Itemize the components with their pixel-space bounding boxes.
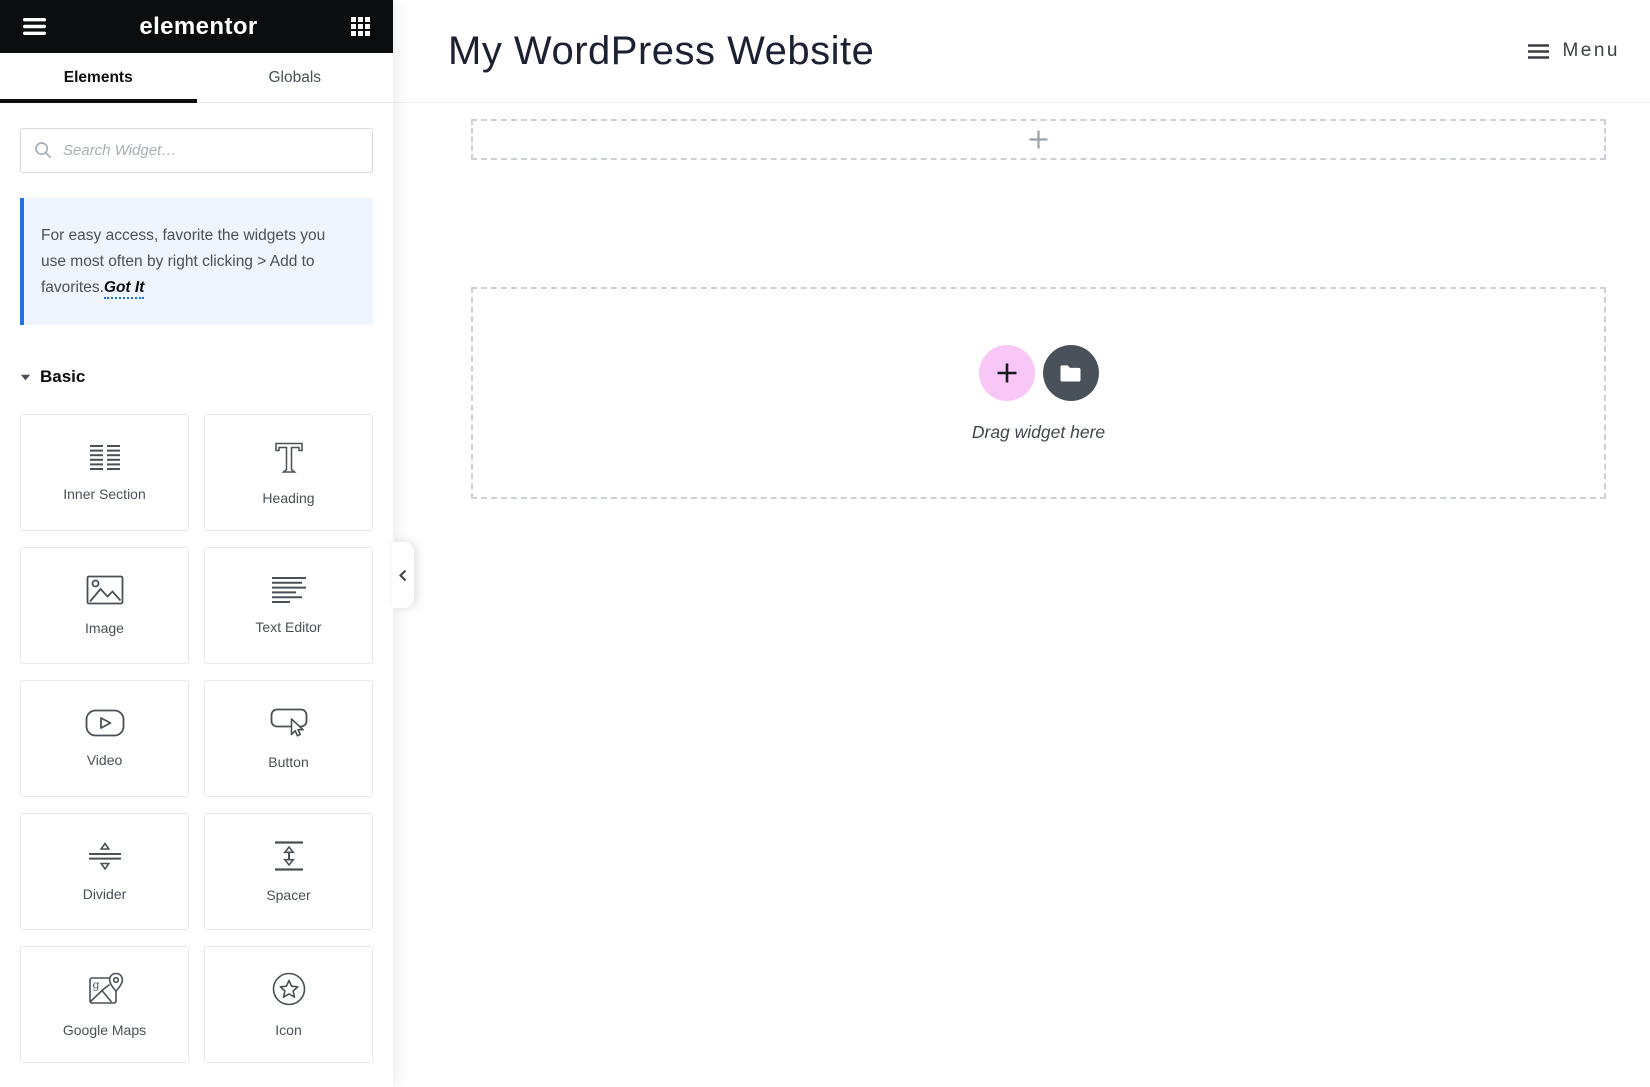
chevron-left-icon — [399, 569, 407, 581]
widget-label: Icon — [275, 1022, 302, 1038]
button-icon — [270, 708, 307, 737]
widget-label: Video — [86, 752, 123, 768]
widget-label: Google Maps — [62, 1022, 147, 1038]
widgets-panel: elementor Elements Globals Search Widget… — [0, 0, 393, 1087]
hamburger-icon — [23, 18, 46, 35]
heading-icon — [274, 442, 303, 473]
elementor-logo: elementor — [139, 12, 258, 40]
apps-grid-button[interactable] — [347, 13, 374, 40]
drag-widget-text: Drag widget here — [971, 422, 1106, 442]
site-title: My WordPress Website — [448, 28, 875, 73]
category-basic-header[interactable]: Basic — [20, 367, 373, 387]
panel-tabs: Elements Globals — [0, 53, 393, 103]
image-icon — [86, 575, 123, 605]
tab-globals[interactable]: Globals — [196, 53, 393, 102]
icon-icon — [272, 972, 305, 1006]
spacer-icon — [274, 841, 303, 871]
search-icon — [35, 142, 52, 159]
widget-card-heading[interactable]: Heading — [204, 414, 373, 531]
got-it-link[interactable]: Got It — [103, 279, 145, 299]
widget-label: Button — [268, 753, 309, 770]
widget-card-divider[interactable]: Divider — [20, 813, 189, 930]
plus-icon — [997, 363, 1016, 383]
video-icon — [85, 709, 124, 737]
divider-icon — [88, 842, 121, 871]
tab-elements[interactable]: Elements — [0, 53, 197, 103]
plus-icon — [1029, 130, 1048, 149]
widget-card-button[interactable]: Button — [204, 680, 373, 797]
editor-canvas: My WordPress Website Menu Drag widget he… — [393, 0, 1650, 1087]
widget-label: Text Editor — [255, 619, 322, 635]
widget-card-google-maps[interactable]: g Google Maps — [20, 946, 189, 1063]
favorites-notice: For easy access, favorite the widgets yo… — [20, 198, 373, 325]
widget-grid: Inner Section Heading Image Text Editor … — [20, 414, 373, 1063]
empty-section-drop-area[interactable]: Drag widget here — [471, 287, 1606, 499]
folder-icon — [1060, 364, 1081, 381]
panel-collapse-handle[interactable] — [392, 542, 414, 608]
section-actions — [978, 345, 1099, 401]
search-input[interactable] — [20, 128, 373, 173]
widget-label: Inner Section — [63, 485, 146, 502]
widget-label: Spacer — [266, 887, 311, 903]
text-editor-icon — [271, 577, 306, 603]
widget-card-spacer[interactable]: Spacer — [204, 813, 373, 930]
menu-hamburger-icon — [1528, 43, 1550, 59]
widget-card-inner-section[interactable]: Inner Section — [20, 414, 189, 531]
widget-card-icon[interactable]: Icon — [204, 946, 373, 1063]
elementor-editor: elementor Elements Globals Search Widget… — [0, 0, 1650, 1087]
add-section-button[interactable] — [978, 345, 1035, 401]
category-basic-title: Basic — [40, 367, 86, 386]
widget-label: Divider — [82, 886, 127, 902]
favorites-notice-text: For easy access, favorite the widgets yo… — [41, 227, 326, 296]
widget-label: Image — [85, 620, 124, 636]
panel-header: elementor — [0, 0, 393, 53]
widget-search — [20, 128, 373, 173]
template-library-button[interactable] — [1042, 345, 1099, 401]
apps-grid-icon — [351, 17, 370, 36]
widget-card-image[interactable]: Image — [20, 547, 189, 664]
widget-card-text-editor[interactable]: Text Editor — [204, 547, 373, 664]
widget-label: Heading — [262, 489, 315, 506]
chevron-down-icon — [20, 374, 31, 380]
site-menu-button[interactable]: Menu — [1528, 40, 1620, 62]
site-header: My WordPress Website Menu — [393, 0, 1650, 103]
add-section-area[interactable] — [471, 119, 1606, 160]
svg-text:g: g — [92, 979, 99, 992]
google-maps-icon: g — [88, 972, 123, 1004]
site-menu-label: Menu — [1562, 40, 1620, 61]
inner-section-icon — [89, 444, 120, 470]
panel-menu-button[interactable] — [19, 14, 50, 39]
widget-card-video[interactable]: Video — [20, 680, 189, 797]
